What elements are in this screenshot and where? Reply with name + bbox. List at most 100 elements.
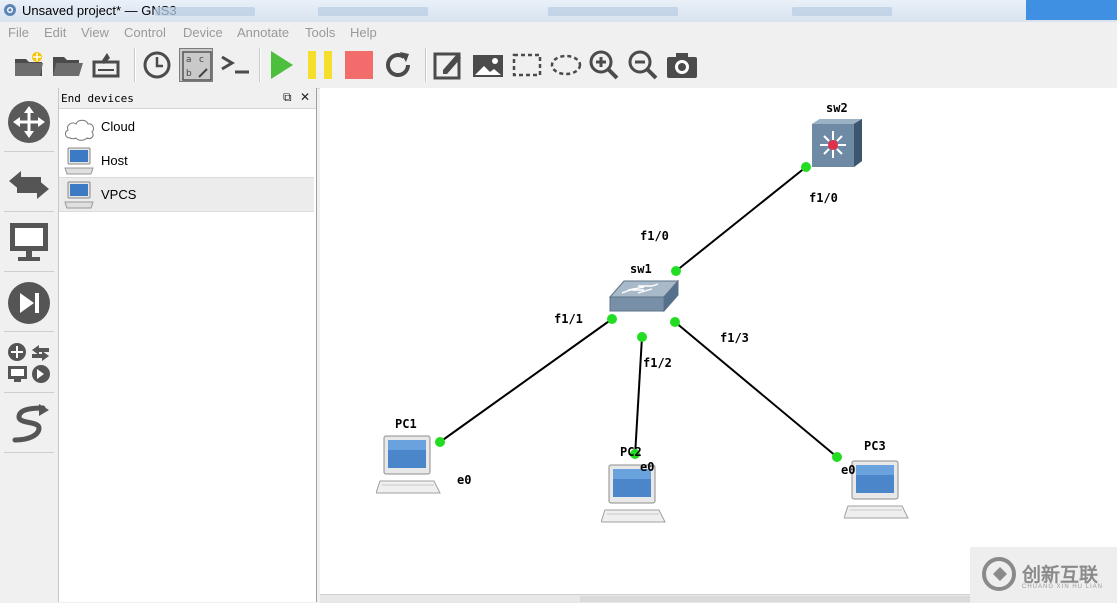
node-label-pc2: PC2 <box>620 445 642 459</box>
ethernet-switch-icon[interactable] <box>608 277 680 315</box>
device-item-label: VPCS <box>101 187 137 202</box>
window-title: Unsaved project* — GNS3 <box>22 3 177 18</box>
port-label-sw2-f1-0: f1/0 <box>809 191 838 205</box>
blurred-tab <box>155 7 255 16</box>
browse-security-devices-icon[interactable] <box>5 279 53 327</box>
host-icon <box>64 147 94 175</box>
topology-canvas[interactable]: sw2 sw1 PC1 PC2 PC3 f1/0 f1/0 f1/1 f1/2 … <box>320 88 1117 602</box>
clock-icon[interactable] <box>140 48 174 82</box>
toolbar-separator <box>259 48 261 82</box>
pause-icon[interactable] <box>304 48 338 82</box>
node-label-pc1: PC1 <box>395 417 417 431</box>
browse-switches-icon[interactable] <box>5 161 53 209</box>
open-project-icon[interactable] <box>50 48 84 82</box>
watermark-logo-icon <box>982 557 1016 591</box>
svg-text:c: c <box>199 55 204 65</box>
link-sw1-pc3[interactable] <box>674 321 838 458</box>
svg-text:a: a <box>186 55 192 65</box>
browse-routers-icon[interactable] <box>5 98 53 146</box>
menu-tools[interactable]: Tools <box>305 25 335 40</box>
port-label-sw1-f1-0: f1/0 <box>640 229 669 243</box>
link-status-dot <box>637 332 647 342</box>
device-type-bar <box>0 88 59 602</box>
main-toolbar: acb <box>0 42 1117 89</box>
multilayer-switch-icon[interactable] <box>810 118 864 168</box>
menu-device[interactable]: Device <box>183 25 223 40</box>
menu-bar: File Edit View Control Device Annotate T… <box>0 22 1117 42</box>
link-sw1-pc2[interactable] <box>634 336 643 457</box>
window-titlebar: Unsaved project* — GNS3 <box>0 0 1117 23</box>
device-item-label: Cloud <box>101 119 135 134</box>
port-label-pc3-e0: e0 <box>841 463 856 477</box>
port-label-pc2-e0: e0 <box>640 460 655 474</box>
stop-icon[interactable] <box>342 48 376 82</box>
vpcs-pc2-icon[interactable] <box>601 464 667 526</box>
browse-all-devices-icon[interactable] <box>5 340 53 388</box>
insert-picture-icon[interactable] <box>471 48 505 82</box>
close-dock-icon[interactable]: ✕ <box>300 90 310 104</box>
float-dock-icon[interactable]: ⧉ <box>283 90 292 105</box>
toolbar-separator <box>134 48 136 82</box>
dock-header: End devices ⧉ ✕ <box>59 88 316 109</box>
link-sw1-sw2[interactable] <box>675 166 807 272</box>
port-label-sw1-f1-2: f1/2 <box>643 356 672 370</box>
link-status-dot <box>670 317 680 327</box>
toolbar-separator <box>425 48 427 82</box>
start-icon[interactable] <box>265 48 299 82</box>
vpcs-icon <box>64 181 94 209</box>
separator <box>4 211 54 212</box>
link-sw1-pc1[interactable] <box>439 318 613 443</box>
link-status-dot <box>671 266 681 276</box>
menu-annotate[interactable]: Annotate <box>237 25 289 40</box>
menu-edit[interactable]: Edit <box>44 25 66 40</box>
link-status-dot <box>832 452 842 462</box>
menu-file[interactable]: File <box>8 25 29 40</box>
separator <box>4 331 54 332</box>
add-note-icon[interactable] <box>431 48 465 82</box>
node-label-sw1: sw1 <box>630 262 652 276</box>
watermark-text: 创新互联 <box>1022 565 1099 586</box>
cloud-icon <box>65 119 94 141</box>
watermark-subtext: CHUANG XIN HU LIAN <box>1022 584 1104 590</box>
gns3-app-icon <box>4 4 16 16</box>
device-item-cloud[interactable]: Cloud <box>59 110 314 143</box>
show-interface-labels-icon[interactable]: acb <box>179 48 213 82</box>
separator <box>4 151 54 152</box>
blurred-tab <box>318 7 428 16</box>
zoom-in-icon[interactable] <box>587 48 621 82</box>
menu-view[interactable]: View <box>81 25 109 40</box>
svg-text:b: b <box>186 69 192 79</box>
dock-title: End devices <box>61 92 134 105</box>
device-item-label: Host <box>101 153 128 168</box>
zoom-out-icon[interactable] <box>626 48 660 82</box>
device-item-vpcs[interactable]: VPCS <box>59 177 314 212</box>
menu-help[interactable]: Help <box>350 25 377 40</box>
separator <box>4 392 54 393</box>
add-link-icon[interactable] <box>5 400 53 448</box>
port-label-pc1-e0: e0 <box>457 473 472 487</box>
scrollbar-thumb[interactable] <box>580 596 970 602</box>
reload-icon[interactable] <box>381 48 415 82</box>
watermark: 创新互联 CHUANG XIN HU LIAN <box>970 547 1117 602</box>
link-status-dot <box>607 314 617 324</box>
node-label-sw2: sw2 <box>826 101 848 115</box>
save-project-icon[interactable] <box>89 48 123 82</box>
blurred-tab <box>548 7 678 16</box>
draw-ellipse-icon[interactable] <box>549 48 583 82</box>
window-controls-area[interactable] <box>1026 0 1117 20</box>
port-label-sw1-f1-1: f1/1 <box>554 312 583 326</box>
separator <box>4 452 54 453</box>
draw-rectangle-icon[interactable] <box>510 48 544 82</box>
console-icon[interactable] <box>219 48 253 82</box>
new-project-icon[interactable] <box>12 48 46 82</box>
node-label-pc3: PC3 <box>864 439 886 453</box>
vpcs-pc1-icon[interactable] <box>376 435 442 497</box>
device-item-host[interactable]: Host <box>59 144 314 177</box>
menu-control[interactable]: Control <box>124 25 166 40</box>
screenshot-icon[interactable] <box>665 48 699 82</box>
browse-end-devices-icon[interactable] <box>5 218 53 266</box>
topology-links <box>435 162 842 462</box>
end-devices-dock: End devices ⧉ ✕ Cloud Host VPCS <box>59 88 317 602</box>
port-label-sw1-f1-3: f1/3 <box>720 331 749 345</box>
separator <box>4 271 54 272</box>
